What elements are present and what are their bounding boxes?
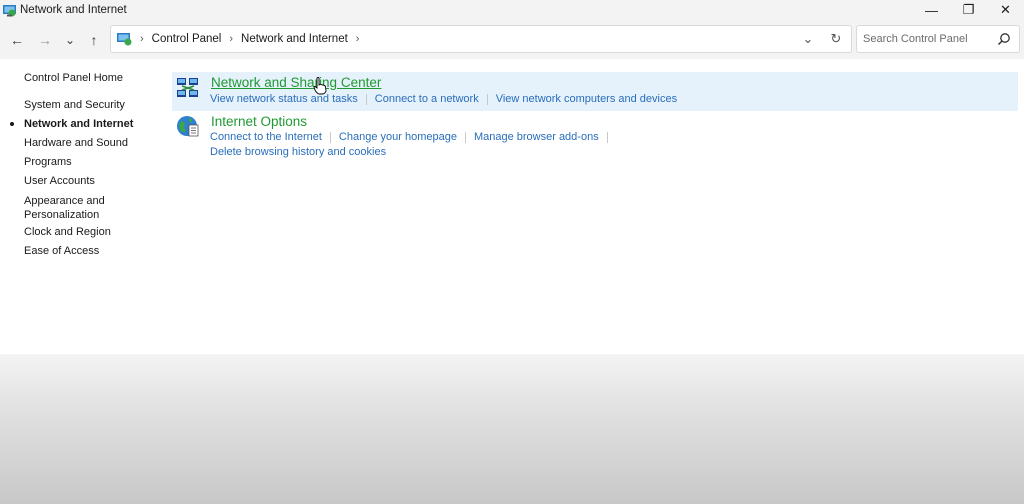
forward-button[interactable]: → <box>36 31 54 49</box>
sidebar-item-programs[interactable]: Programs <box>24 155 72 169</box>
minimize-button[interactable]: — <box>913 0 950 20</box>
sidebar-item-user-accounts[interactable]: User Accounts <box>24 174 95 188</box>
breadcrumb-separator-icon[interactable]: › <box>356 33 360 45</box>
title-bar: Network and Internet — ❐ ✕ <box>0 0 1024 20</box>
network-internet-app-icon <box>3 4 16 16</box>
back-arrow-icon: ← <box>10 32 24 48</box>
sidebar-item-control-panel-home[interactable]: Control Panel Home <box>24 71 123 85</box>
sidebar-item-ease-of-access[interactable]: Ease of Access <box>24 244 99 258</box>
view-network-status-link[interactable]: View network status and tasks <box>210 93 358 105</box>
delete-browsing-history-link[interactable]: Delete browsing history and cookies <box>210 146 386 158</box>
recent-locations-button[interactable]: ⌄ <box>61 31 79 49</box>
window-controls: — ❐ ✕ <box>913 0 1024 20</box>
change-homepage-link[interactable]: Change your homepage <box>339 131 457 143</box>
category-network-sharing[interactable]: Network and Sharing Center View network … <box>172 72 1018 111</box>
forward-arrow-icon: → <box>38 32 52 48</box>
sidebar-item-clock-region[interactable]: Clock and Region <box>24 225 111 239</box>
internet-options-icon <box>177 116 199 137</box>
search-input[interactable] <box>863 33 993 45</box>
background-area <box>0 354 1024 504</box>
breadcrumb-network-internet[interactable]: Network and Internet <box>241 33 348 45</box>
sidebar-item-network-internet[interactable]: Network and Internet <box>24 117 133 131</box>
window-title: Network and Internet <box>20 4 127 16</box>
breadcrumb-separator-icon: › <box>229 33 234 45</box>
back-button[interactable]: ← <box>8 31 26 49</box>
network-sharing-center-link[interactable]: Network and Sharing Center <box>211 75 381 90</box>
close-button[interactable]: ✕ <box>987 0 1024 20</box>
up-arrow-icon: ↑ <box>90 32 98 48</box>
search-box[interactable] <box>856 25 1020 53</box>
breadcrumb-control-panel[interactable]: Control Panel <box>152 33 222 45</box>
sidebar-item-appearance[interactable]: Appearance and Personalization <box>24 194 134 222</box>
task-divider <box>486 93 488 105</box>
internet-options-link[interactable]: Internet Options <box>211 114 307 129</box>
active-bullet-icon <box>10 122 14 126</box>
breadcrumb-separator-icon: › <box>140 33 144 45</box>
chevron-down-icon: ⌄ <box>64 33 76 47</box>
sidebar-item-hardware-sound[interactable]: Hardware and Sound <box>24 136 128 150</box>
address-dropdown-icon[interactable]: ⌄ <box>799 30 817 48</box>
refresh-icon[interactable]: ↻ <box>827 30 845 48</box>
task-divider <box>365 93 367 105</box>
address-bar[interactable]: › Control Panel › Network and Internet ›… <box>110 25 852 53</box>
hand-pointer-cursor-icon <box>313 77 327 95</box>
view-network-computers-link[interactable]: View network computers and devices <box>496 93 677 105</box>
address-bar-row: ← → ⌄ ↑ › Control Panel › Network and In… <box>0 20 1024 59</box>
task-divider <box>329 131 331 143</box>
restore-button[interactable]: ❐ <box>950 0 987 20</box>
task-divider <box>606 131 608 143</box>
manage-addons-link[interactable]: Manage browser add-ons <box>474 131 599 143</box>
search-icon[interactable] <box>997 32 1011 46</box>
sidebar-item-system-security[interactable]: System and Security <box>24 98 125 112</box>
internet-tasks: Connect to the Internet Change your home… <box>210 131 616 143</box>
internet-tasks-row-2: Delete browsing history and cookies <box>210 146 386 158</box>
connect-to-internet-link[interactable]: Connect to the Internet <box>210 131 322 143</box>
network-sharing-icon <box>177 78 198 97</box>
control-panel-icon <box>117 33 132 46</box>
main-content: Control Panel Home System and Security N… <box>0 59 1024 354</box>
connect-to-network-link[interactable]: Connect to a network <box>375 93 479 105</box>
network-tasks: View network status and tasks Connect to… <box>210 93 677 105</box>
task-divider <box>464 131 466 143</box>
category-internet-options[interactable]: Internet Options Connect to the Internet… <box>172 112 1018 162</box>
up-button[interactable]: ↑ <box>85 31 103 49</box>
